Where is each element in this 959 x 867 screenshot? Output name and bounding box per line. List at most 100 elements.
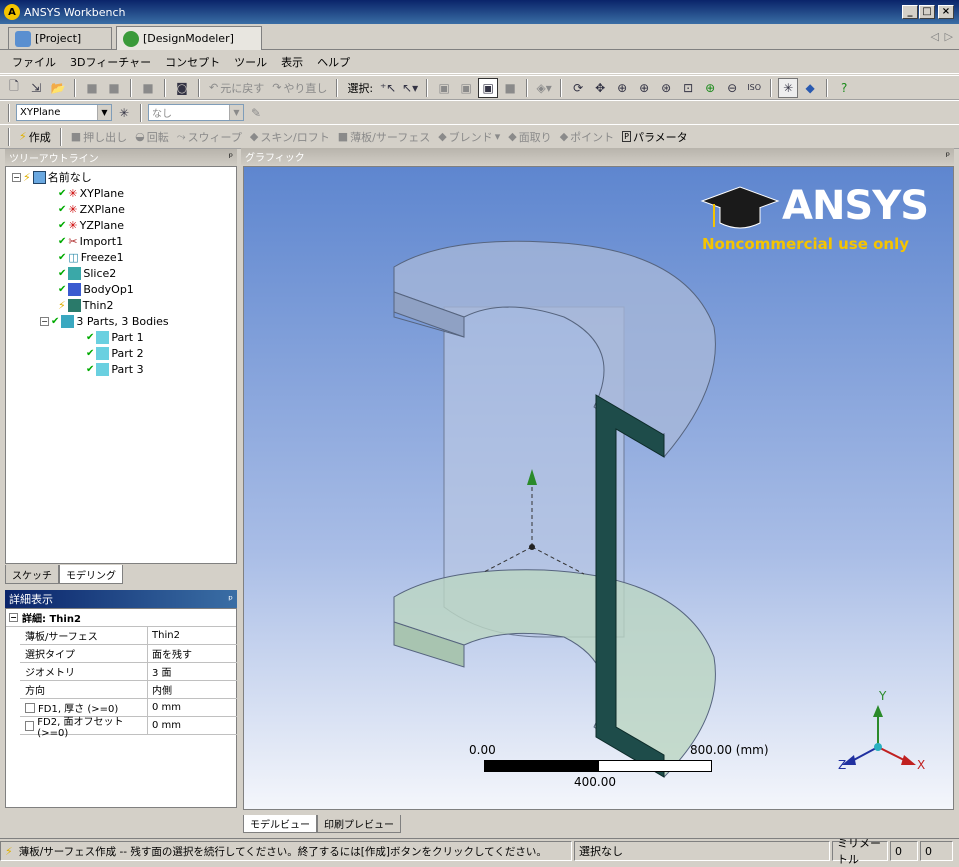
tab-sketching[interactable]: スケッチ <box>5 565 59 584</box>
tree-part-1[interactable]: ✔ Part 1 <box>86 329 144 345</box>
pin-icon[interactable]: ᵖ <box>229 152 233 163</box>
select-point-icon[interactable]: ⁺↖ <box>378 78 398 98</box>
sweep-button[interactable]: ⤳ スウィープ <box>174 129 245 145</box>
menu-view[interactable]: 表示 <box>281 54 303 70</box>
import-icon[interactable]: ⇲ <box>26 78 46 98</box>
select-body-icon[interactable]: ■ <box>500 78 520 98</box>
iso-view-icon[interactable]: ISO <box>744 78 764 98</box>
box-zoom-icon[interactable]: ⊕ <box>634 78 654 98</box>
tree-parts-group[interactable]: − ✔ 3 Parts, 3 Bodies <box>40 313 169 329</box>
redo-button[interactable]: ↷ やり直し <box>269 80 330 96</box>
tree-part-3[interactable]: ✔ Part 3 <box>86 361 144 377</box>
thin-surface-button[interactable]: ■ 薄板/サーフェス <box>335 129 433 145</box>
menu-3d-features[interactable]: 3Dフィーチャー <box>70 54 151 70</box>
export-icon[interactable]: ■ <box>104 78 124 98</box>
camera-icon[interactable]: ◙ <box>172 78 192 98</box>
scale-mid-label: 400.00 <box>574 775 616 789</box>
pin-icon[interactable]: ᵖ <box>946 151 950 162</box>
tree-item-thin2[interactable]: ⚡ Thin2 <box>58 297 113 313</box>
new-icon[interactable]: 🗋 <box>4 78 24 98</box>
rotate-icon[interactable]: ⟳ <box>568 78 588 98</box>
tree-item-freeze1[interactable]: ✔ ◫ Freeze1 <box>58 249 124 265</box>
whats-this-icon[interactable]: ? <box>834 78 854 98</box>
open-icon[interactable]: 📂 <box>48 78 68 98</box>
thin-icon <box>67 298 81 312</box>
save-icon[interactable]: ■ <box>82 78 102 98</box>
parameter-checkbox[interactable] <box>25 720 35 731</box>
collapse-icon[interactable]: − <box>9 613 18 622</box>
graphics-viewport[interactable]: ANSYS Noncommercial use only 0.00 800.00… <box>243 166 954 810</box>
zoom-window-icon[interactable]: ⊡ <box>678 78 698 98</box>
new-sketch-icon[interactable]: ✎ <box>246 103 266 123</box>
status-value-1: 0 <box>890 841 918 861</box>
tab-modeling[interactable]: モデリング <box>59 565 123 584</box>
check-icon: ✔ <box>86 347 95 359</box>
menu-help[interactable]: ヘルプ <box>317 54 350 70</box>
display-model-icon[interactable]: ◆ <box>800 78 820 98</box>
plane-toolbar: XYPlane ▼ ✳ なし ▼ ✎ <box>0 100 959 125</box>
tab-scroll-right-icon[interactable]: ▷ <box>945 30 953 43</box>
triad-icon[interactable]: ✳ <box>778 77 799 98</box>
chamfer-button[interactable]: ◆ 面取り <box>505 129 554 145</box>
maximize-button[interactable]: □ <box>919 5 935 19</box>
tree-item-zxplane[interactable]: ✔ ✳ ZXPlane <box>58 201 125 217</box>
blend-button[interactable]: ◆ ブレンド ▾ <box>435 129 503 145</box>
freeze-icon: ◫ <box>68 250 79 264</box>
parameters-button[interactable]: P パラメータ <box>619 129 691 145</box>
status-value-2: 0 <box>920 841 953 861</box>
select-mode-icon[interactable]: ↖▾ <box>400 78 420 98</box>
details-row[interactable]: FD2, 面オフセット (>=0) 0 mm <box>20 717 237 739</box>
details-row[interactable]: 薄板/サーフェス Thin2 <box>20 627 237 645</box>
tree-item-yzplane[interactable]: ✔ ✳ YZPlane <box>58 217 124 233</box>
details-title-row[interactable]: − 詳細: Thin2 <box>6 609 236 627</box>
tab-scroll-left-icon[interactable]: ◁ <box>931 30 939 43</box>
tree-root[interactable]: − ⚡ 名前なし <box>12 169 92 185</box>
zoom-out-icon[interactable]: ⊖ <box>722 78 742 98</box>
designmodeler-icon <box>123 30 139 47</box>
plane-select[interactable]: XYPlane ▼ <box>16 104 112 121</box>
menu-concept[interactable]: コンセプト <box>165 54 220 70</box>
zoom-in-icon[interactable]: ⊕ <box>700 78 720 98</box>
menu-file[interactable]: ファイル <box>12 54 56 70</box>
zoom-fit-icon[interactable]: ⊛ <box>656 78 676 98</box>
parameter-checkbox[interactable] <box>25 702 35 713</box>
generate-button[interactable]: ⚡ 作成 <box>16 129 54 145</box>
tree-part-2[interactable]: ✔ Part 2 <box>86 345 144 361</box>
close-button[interactable]: × <box>938 5 954 19</box>
zoom-icon[interactable]: ⊕ <box>612 78 632 98</box>
tree-item-slice2[interactable]: ✔ Slice2 <box>58 265 116 281</box>
extrude-button[interactable]: ■ 押し出し <box>68 129 130 145</box>
revolve-button[interactable]: ◒ 回転 <box>132 129 172 145</box>
tab-designmodeler[interactable]: [DesignModeler] <box>116 26 262 50</box>
select-edge-icon[interactable]: ▣ <box>456 78 476 98</box>
menu-tools[interactable]: ツール <box>234 54 267 70</box>
new-plane-icon[interactable]: ✳ <box>114 103 134 123</box>
pin-icon[interactable]: ᵖ <box>228 593 233 606</box>
tab-print-preview[interactable]: 印刷プレビュー <box>317 815 401 833</box>
details-row[interactable]: ジオメトリ 3 面 <box>20 663 237 681</box>
plane-icon: ✳ <box>68 218 78 232</box>
select-vertex-icon[interactable]: ▣ <box>434 78 454 98</box>
tree-item-bodyop1[interactable]: ✔ BodyOp1 <box>58 281 134 297</box>
minimize-button[interactable]: _ <box>902 5 918 19</box>
details-row[interactable]: 選択タイプ 面を残す <box>20 645 237 663</box>
undo-button[interactable]: ↶ 元に戻す <box>206 80 267 96</box>
pan-icon[interactable]: ✥ <box>590 78 610 98</box>
print-icon[interactable]: ■ <box>138 78 158 98</box>
point-button[interactable]: ◆ ポイント <box>557 129 617 145</box>
status-units[interactable]: ミリメートル <box>832 837 888 866</box>
tree-item-import1[interactable]: ✔ ✂ Import1 <box>58 233 123 249</box>
extend-selection-icon[interactable]: ◈▾ <box>534 78 554 98</box>
ansys-logo-icon: A <box>4 4 20 20</box>
skin-loft-button[interactable]: ◆ スキン/ロフト <box>247 129 333 145</box>
tree-item-xyplane[interactable]: ✔ ✳ XYPlane <box>58 185 124 201</box>
tab-model-view[interactable]: モデルビュー <box>243 815 317 833</box>
collapse-icon[interactable]: − <box>12 172 21 182</box>
collapse-icon[interactable]: − <box>40 316 49 326</box>
tab-project[interactable]: [Project] <box>8 27 112 49</box>
details-row[interactable]: 方向 内側 <box>20 681 237 699</box>
sketch-select[interactable]: なし ▼ <box>148 104 244 121</box>
select-face-icon[interactable]: ▣ <box>478 77 499 98</box>
document-tab-bar: [Project] [DesignModeler] ◁ ▷ <box>0 24 959 50</box>
menu-bar: ファイル 3Dフィーチャー コンセプト ツール 表示 ヘルプ <box>0 51 959 74</box>
